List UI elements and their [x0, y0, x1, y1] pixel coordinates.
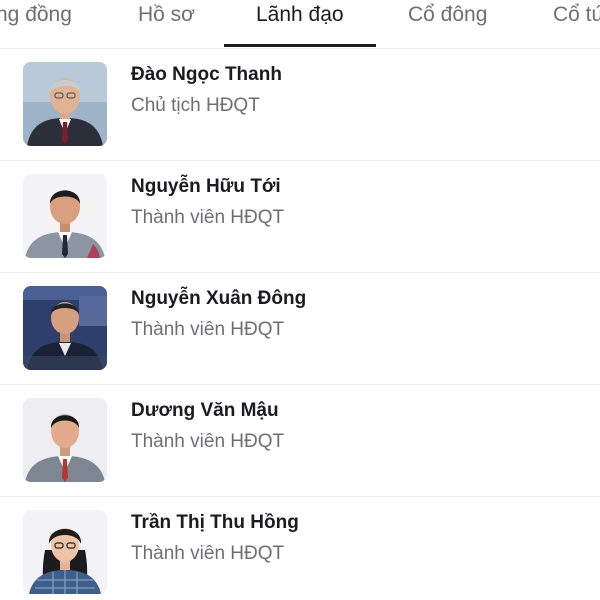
leader-role: Thành viên HĐQT — [131, 431, 285, 452]
leader-row[interactable]: Trần Thị Thu Hồng Thành viên HĐQT — [0, 497, 600, 600]
leader-name: Đào Ngọc Thanh — [131, 64, 282, 85]
leader-row[interactable]: Nguyễn Hữu Tới Thành viên HĐQT — [0, 161, 600, 273]
avatar — [23, 286, 107, 370]
tab-community[interactable]: ng đồng — [0, 2, 72, 28]
leader-list: Đào Ngọc Thanh Chủ tịch HĐQT Nguyễn Hữu … — [0, 49, 600, 600]
leader-row[interactable]: Nguyễn Xuân Đông Thành viên HĐQT — [0, 273, 600, 385]
leader-role: Thành viên HĐQT — [131, 207, 285, 228]
avatar — [23, 62, 107, 146]
leader-row[interactable]: Đào Ngọc Thanh Chủ tịch HĐQT — [0, 49, 600, 161]
leader-name: Nguyễn Hữu Tới — [131, 176, 281, 197]
avatar — [23, 398, 107, 482]
leader-name: Nguyễn Xuân Đông — [131, 288, 307, 309]
leadership-screen: ng đồng Hồ sơ Lãnh đạo Cổ đông Cổ tứ Đào… — [0, 0, 600, 600]
leader-role: Chủ tịch HĐQT — [131, 95, 260, 116]
active-tab-indicator — [224, 44, 376, 47]
leader-role: Thành viên HĐQT — [131, 319, 285, 340]
tab-dividends[interactable]: Cổ tứ — [553, 2, 600, 28]
leader-role: Thành viên HĐQT — [131, 543, 285, 564]
avatar — [23, 510, 107, 594]
avatar — [23, 174, 107, 258]
tab-leadership[interactable]: Lãnh đạo — [256, 2, 344, 28]
tab-bar: ng đồng Hồ sơ Lãnh đạo Cổ đông Cổ tứ — [0, 0, 600, 49]
leader-name: Trần Thị Thu Hồng — [131, 512, 299, 533]
tab-shareholders[interactable]: Cổ đông — [408, 2, 487, 28]
tab-profile[interactable]: Hồ sơ — [138, 2, 195, 28]
leader-name: Dương Văn Mậu — [131, 400, 279, 421]
leader-row[interactable]: Dương Văn Mậu Thành viên HĐQT — [0, 385, 600, 497]
